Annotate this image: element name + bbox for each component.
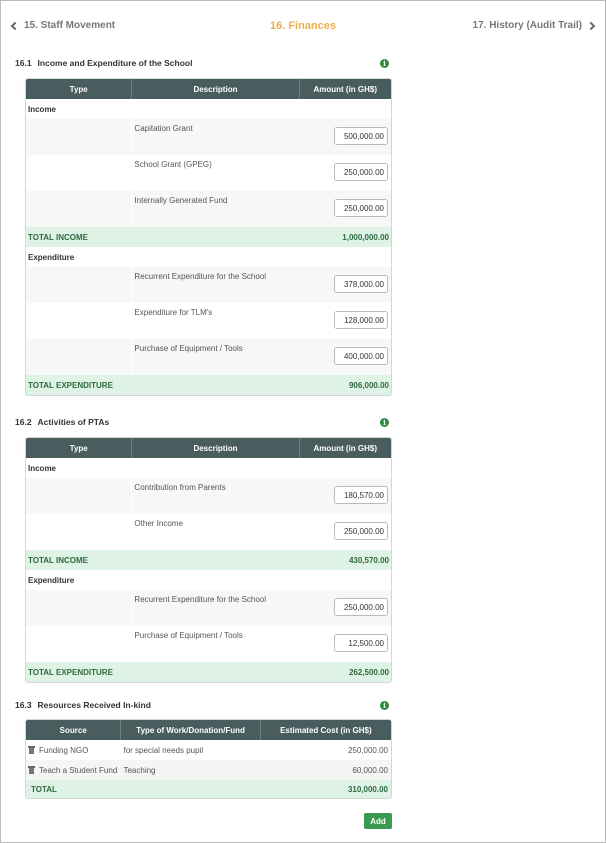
total-value: 906,000.00 [348,380,389,390]
total-value: 310,000.00 [347,784,388,794]
table-row: Funding NGO for special needs pupil 250,… [26,740,391,760]
total-row: TOTAL 310,000.00 [26,780,391,798]
row-source: Funding NGO [39,745,89,755]
group-label-expenditure: Expenditure [26,247,391,267]
resources-in-kind-table: Source Type of Work/Donation/Fund Estima… [25,719,392,799]
row-description: Capitation Grant [134,124,193,133]
info-icon[interactable]: i [380,59,389,68]
amount-input[interactable] [334,347,388,365]
row-description: Purchase of Equipment / Tools [134,631,243,640]
row-source: Teach a Student Fund [39,765,118,775]
total-label: TOTAL INCOME [28,232,88,242]
group-label-income: Income [26,99,391,119]
column-header-description: Description [132,438,300,458]
section-number: 16.2 [15,417,32,427]
info-icon[interactable]: i [380,418,389,427]
column-header-estimated-cost: Estimated Cost (in GH$) [280,725,372,735]
row-description: Expenditure for TLM's [134,308,213,317]
column-header-amount: Amount (in GH$) [313,443,378,453]
trash-icon[interactable] [28,766,35,774]
total-income-row: TOTAL INCOME 1,000,000.00 [26,227,391,247]
amount-input[interactable] [334,634,388,652]
amount-input[interactable] [334,199,388,217]
section-number: 16.3 [15,700,32,710]
table-row: Purchase of Equipment / Tools [26,626,391,662]
table-row: Internally Generated Fund [26,191,391,227]
chevron-right-icon [586,21,596,30]
section-navigation: 15. Staff Movement 16. Finances 17. Hist… [0,0,606,52]
total-expenditure-row: TOTAL EXPENDITURE 262,500.00 [26,662,391,682]
row-type: Teaching [123,765,156,775]
column-header-source: Source [26,720,122,740]
column-header-type: Type [26,79,133,99]
section-heading-resources: 16.3 Resources Received In-kind [15,700,151,710]
table-row: Expenditure for TLM's [26,303,391,339]
table-row: Other Income [26,514,391,550]
next-section-link[interactable]: 17. History (Audit Trail) [472,20,596,31]
total-label: TOTAL [31,784,57,794]
amount-input[interactable] [334,486,388,504]
section-heading-pta: 16.2 Activities of PTAs [15,417,109,427]
add-button[interactable]: Add [364,813,392,829]
amount-input[interactable] [334,311,388,329]
group-label-expenditure: Expenditure [26,570,391,590]
income-expenditure-table: Type Description Amount (in GH$) Income … [25,78,392,396]
section-title: Resources Received In-kind [37,700,151,710]
table-header: Source Type of Work/Donation/Fund Estima… [26,720,391,740]
row-description: Purchase of Equipment / Tools [134,344,243,353]
table-row: Teach a Student Fund Teaching 60,000.00 [26,760,391,780]
section-title: Income and Expenditure of the School [37,58,193,68]
total-label: TOTAL EXPENDITURE [28,667,113,677]
table-row: Recurrent Expenditure for the School [26,267,391,303]
group-label-income: Income [26,458,391,478]
column-header-type: Type of Work/Donation/Fund [121,720,261,740]
row-description: Internally Generated Fund [134,196,228,205]
trash-icon[interactable] [28,746,35,754]
section-title: Activities of PTAs [37,417,110,427]
row-description: School Grant (GPEG) [134,160,212,169]
row-description: Recurrent Expenditure for the School [134,595,267,604]
table-header: Type Description Amount (in GH$) [26,79,391,99]
column-header-description: Description [132,79,300,99]
total-value: 430,570.00 [348,555,389,565]
pta-activities-table: Type Description Amount (in GH$) Income … [25,437,392,683]
table-row: Purchase of Equipment / Tools [26,339,391,375]
row-description: Contribution from Parents [134,483,226,492]
row-cost: 60,000.00 [352,765,388,775]
row-description: Recurrent Expenditure for the School [134,272,267,281]
section-number: 16.1 [15,58,32,68]
total-value: 262,500.00 [348,667,389,677]
amount-input[interactable] [334,127,388,145]
total-income-row: TOTAL INCOME 430,570.00 [26,550,391,570]
table-row: School Grant (GPEG) [26,155,391,191]
table-row: Recurrent Expenditure for the School [26,590,391,626]
amount-input[interactable] [334,275,388,293]
row-description: Other Income [134,519,183,528]
total-label: TOTAL EXPENDITURE [28,380,113,390]
table-header: Type Description Amount (in GH$) [26,438,391,458]
row-type: for special needs pupil [123,745,204,755]
table-row: Capitation Grant [26,119,391,155]
row-cost: 250,000.00 [347,745,388,755]
total-label: TOTAL INCOME [28,555,88,565]
column-header-type: Type [26,438,133,458]
info-icon[interactable]: i [380,701,389,710]
total-expenditure-row: TOTAL EXPENDITURE 906,000.00 [26,375,391,395]
next-section-label: 17. History (Audit Trail) [472,20,582,31]
section-heading-income-expenditure: 16.1 Income and Expenditure of the School [15,58,192,68]
amount-input[interactable] [334,522,388,540]
column-header-amount: Amount (in GH$) [313,84,378,94]
total-value: 1,000,000.00 [342,232,389,242]
amount-input[interactable] [334,598,388,616]
amount-input[interactable] [334,163,388,181]
table-row: Contribution from Parents [26,478,391,514]
